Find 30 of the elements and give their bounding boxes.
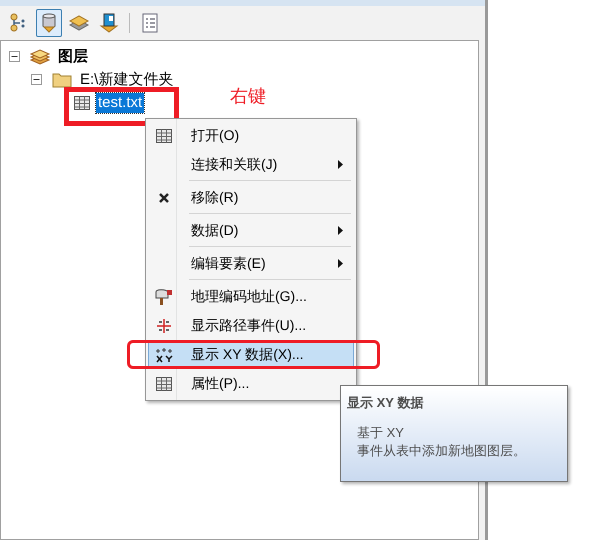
menu-item[interactable]: 打开(O) <box>148 121 354 150</box>
toolbar-button[interactable] <box>36 9 62 37</box>
menu-item[interactable]: 显示路径事件(U)... <box>148 311 354 340</box>
folder-icon <box>52 72 72 88</box>
annotation-label: 右键 <box>230 85 266 108</box>
menu-item[interactable]: 数据(D) <box>148 216 354 249</box>
menu-item[interactable]: 编辑要素(E) <box>148 249 354 282</box>
expand-toggle[interactable] <box>31 74 42 85</box>
submenu-arrow-icon <box>338 160 343 169</box>
tree-item-label[interactable]: E:\新建文件夹 <box>78 70 176 90</box>
route-events-icon <box>156 318 172 334</box>
tooltip-text: 基于 XY <box>357 424 405 442</box>
menu-item[interactable]: 地理编码地址(G)... <box>148 282 354 311</box>
tree-item-label[interactable]: 图层 <box>56 46 90 66</box>
submenu-arrow-icon <box>338 259 343 268</box>
layer-selection-icon <box>98 12 120 34</box>
expand-toggle[interactable] <box>9 51 20 62</box>
menu-item[interactable]: 移除(R) <box>148 183 354 216</box>
tree-item-label[interactable]: test.txt <box>96 92 144 112</box>
tooltip-text: 事件从表中添加新地图图层。 <box>357 442 527 460</box>
menu-item[interactable]: 连接和关联(J) <box>148 150 354 183</box>
layers-icon <box>30 48 50 64</box>
xy-points-icon <box>155 346 173 362</box>
table-icon <box>74 96 90 110</box>
submenu-arrow-icon <box>338 226 343 235</box>
table-icon <box>156 376 172 390</box>
mailbox-icon <box>154 288 174 306</box>
table-icon <box>156 128 172 142</box>
close-icon <box>158 192 170 204</box>
options-list-icon <box>140 12 160 34</box>
